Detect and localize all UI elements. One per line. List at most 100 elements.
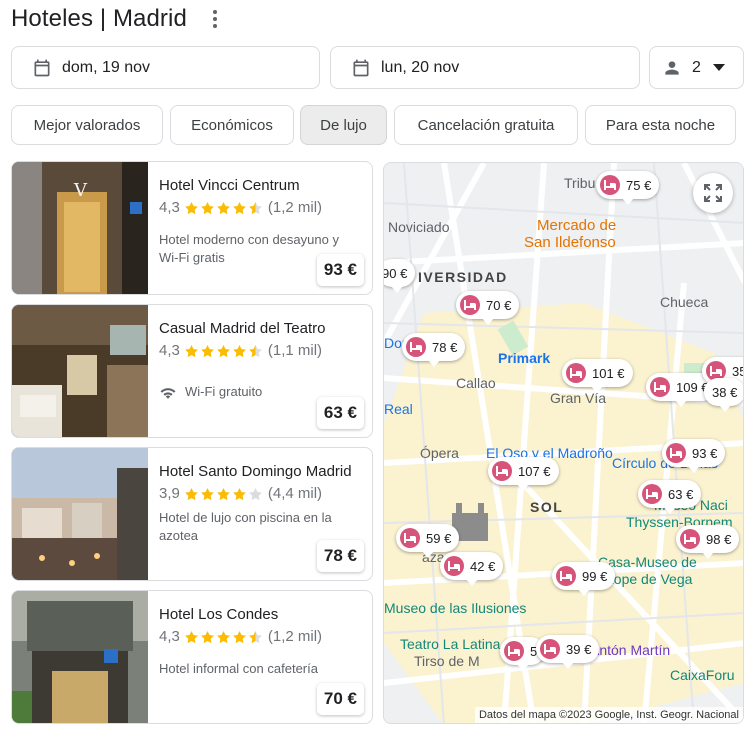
map-price-pin[interactable]: 42 € bbox=[440, 552, 504, 586]
rating-value: 4,3 bbox=[159, 199, 180, 216]
star-rating bbox=[184, 344, 264, 359]
star-rating bbox=[184, 630, 264, 645]
map-label: Tirso de M bbox=[414, 653, 480, 669]
star-icon bbox=[248, 201, 262, 214]
guests-value: 2 bbox=[692, 58, 701, 76]
hotel-photo bbox=[12, 305, 148, 437]
star-icon bbox=[184, 344, 198, 357]
header: Hoteles | Madrid bbox=[11, 4, 223, 34]
map[interactable]: Tribu Noviciado Mercado de San Ildefonso… bbox=[383, 162, 744, 724]
more-options-icon[interactable] bbox=[207, 7, 223, 31]
hotel-bed-icon bbox=[406, 337, 426, 357]
map-label: Ópera bbox=[420, 445, 459, 461]
check-out-field[interactable]: lun, 20 nov bbox=[330, 46, 640, 89]
star-icon bbox=[248, 344, 262, 357]
hotel-card[interactable]: V 93 € Hotel Vincci Centrum 4,3 (1,2 mil… bbox=[11, 161, 373, 295]
star-icon bbox=[232, 201, 246, 214]
map-label: Primark bbox=[498, 350, 551, 366]
hotel-rating: 4,3 (1,1 mil) bbox=[159, 340, 362, 362]
hotel-bed-icon bbox=[680, 529, 700, 549]
map-price-pin[interactable]: 90 € bbox=[384, 259, 416, 293]
star-icon bbox=[200, 487, 214, 500]
check-in-value: dom, 19 nov bbox=[62, 58, 151, 76]
hotel-bed-icon bbox=[400, 528, 420, 548]
hotel-rating: 4,3 (1,2 mil) bbox=[159, 626, 362, 648]
hotel-card[interactable]: 63 € Casual Madrid del Teatro 4,3 (1,1 m… bbox=[11, 304, 373, 438]
guests-selector[interactable]: 2 bbox=[649, 46, 744, 89]
review-count: (4,4 mil) bbox=[267, 485, 323, 502]
price-badge: 63 € bbox=[316, 397, 364, 429]
hotel-bed-icon bbox=[650, 377, 670, 397]
hotel-card[interactable]: 78 € Hotel Santo Domingo Madrid 3,9 (4,4… bbox=[11, 447, 373, 581]
hotel-description: Hotel moderno con desayuno y Wi-Fi grati… bbox=[159, 232, 339, 265]
map-label: Lope de Vega bbox=[606, 571, 693, 587]
review-count: (1,1 mil) bbox=[267, 342, 323, 359]
calendar-icon bbox=[353, 59, 369, 76]
map-price-pin[interactable]: 107 € bbox=[488, 457, 559, 491]
map-label: Real bbox=[384, 401, 413, 417]
map-price-pin[interactable]: 99 € bbox=[552, 562, 616, 596]
map-label: Mercado de bbox=[537, 217, 617, 234]
filter-chip-luxury[interactable]: De lujo bbox=[300, 105, 387, 145]
filter-chip-top-rated[interactable]: Mejor valorados bbox=[11, 105, 163, 145]
map-label: Teatro La Latina bbox=[400, 636, 501, 652]
hotel-bed-icon bbox=[492, 461, 512, 481]
map-price-pin[interactable]: 38 € bbox=[704, 378, 743, 412]
star-icon bbox=[232, 630, 246, 643]
map-label: Antón Martín bbox=[590, 642, 671, 658]
hotel-card[interactable]: 70 € Hotel Los Condes 4,3 (1,2 mil) Hote… bbox=[11, 590, 373, 724]
hotel-photo bbox=[12, 591, 148, 723]
hotel-name: Hotel Los Condes bbox=[159, 606, 279, 623]
hotel-description: Hotel de lujo con piscina en la azotea bbox=[159, 510, 332, 543]
hotel-bed-icon bbox=[566, 363, 586, 383]
hotel-rating: 4,3 (1,2 mil) bbox=[159, 197, 362, 219]
star-icon bbox=[200, 201, 214, 214]
hotel-photo: V bbox=[12, 162, 148, 294]
chevron-down-icon bbox=[712, 63, 725, 71]
check-in-field[interactable]: dom, 19 nov bbox=[11, 46, 320, 89]
star-icon bbox=[216, 630, 230, 643]
map-price-pin[interactable]: 75 € bbox=[596, 171, 660, 205]
map-price-pin[interactable]: 93 € bbox=[662, 439, 726, 473]
hotel-bed-icon bbox=[540, 639, 560, 659]
map-label: Noviciado bbox=[388, 219, 450, 235]
rating-value: 4,3 bbox=[159, 342, 180, 359]
map-price-pin[interactable]: 59 € bbox=[396, 524, 460, 558]
calendar-icon bbox=[34, 59, 50, 76]
map-price-pin[interactable]: 98 € bbox=[676, 525, 740, 559]
star-icon bbox=[184, 630, 198, 643]
review-count: (1,2 mil) bbox=[267, 199, 323, 216]
rating-value: 4,3 bbox=[159, 628, 180, 645]
hotel-bed-icon bbox=[460, 295, 480, 315]
map-price-pin[interactable]: 70 € bbox=[456, 291, 520, 325]
map-label: IVERSIDAD bbox=[418, 269, 508, 285]
hotel-bed-icon bbox=[642, 484, 662, 504]
star-icon bbox=[232, 487, 246, 500]
map-price-pin[interactable]: 63 € bbox=[638, 480, 702, 514]
hotel-name: Hotel Santo Domingo Madrid bbox=[159, 463, 352, 480]
map-price-pin[interactable]: 101 € bbox=[562, 359, 633, 393]
page-title: Hoteles | Madrid bbox=[11, 5, 187, 32]
filter-chip-tonight[interactable]: Para esta noche bbox=[585, 105, 736, 145]
map-label: Chueca bbox=[660, 294, 709, 310]
star-icon bbox=[248, 630, 262, 643]
check-out-value: lun, 20 nov bbox=[381, 58, 460, 76]
amenity-label: Wi-Fi gratuito bbox=[185, 384, 263, 399]
star-icon bbox=[184, 201, 198, 214]
map-label: CaixaForu bbox=[670, 667, 735, 683]
hotel-bed-icon bbox=[504, 641, 524, 661]
amenity: Wi-Fi gratuito bbox=[159, 384, 362, 399]
expand-map-icon[interactable] bbox=[693, 173, 733, 213]
map-price-pin[interactable]: 39 € bbox=[536, 635, 600, 669]
star-icon bbox=[200, 344, 214, 357]
star-rating bbox=[184, 201, 264, 216]
filter-chip-budget[interactable]: Económicos bbox=[170, 105, 294, 145]
map-price-pin[interactable]: 78 € bbox=[402, 333, 466, 367]
person-icon bbox=[665, 60, 679, 75]
star-icon bbox=[248, 487, 262, 500]
wifi-icon bbox=[160, 387, 176, 399]
price-badge: 70 € bbox=[316, 683, 364, 715]
star-icon bbox=[216, 344, 230, 357]
filter-chip-free-cancellation[interactable]: Cancelación gratuita bbox=[394, 105, 578, 145]
star-icon bbox=[232, 344, 246, 357]
